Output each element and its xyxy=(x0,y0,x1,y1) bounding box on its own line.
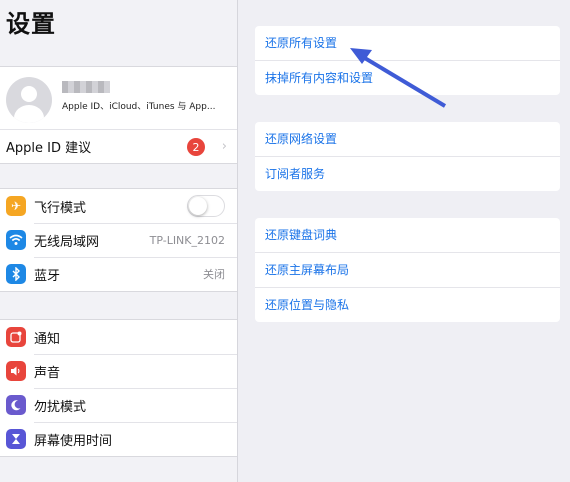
annotation-arrow-icon xyxy=(350,48,447,108)
